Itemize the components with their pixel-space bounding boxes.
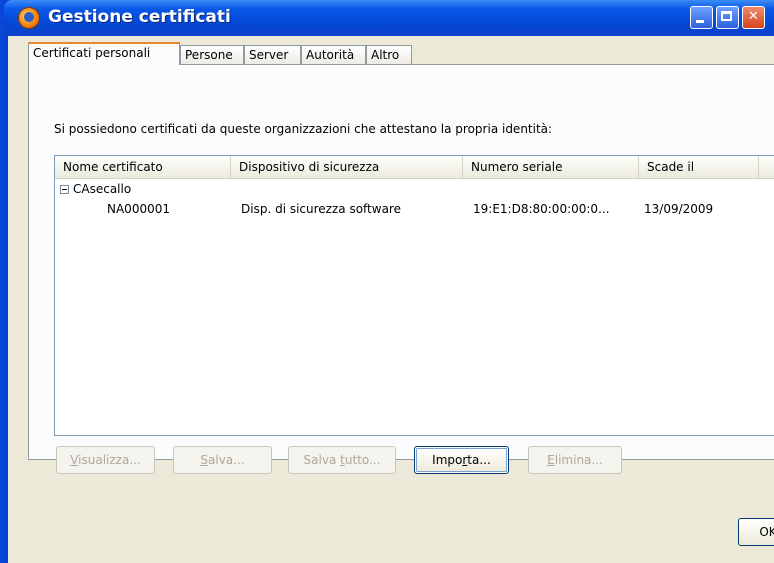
column-header-nome[interactable]: Nome certificato — [55, 156, 231, 178]
cell-nome: NA000001 — [107, 202, 170, 216]
certificate-tree-table[interactable]: Nome certificato Dispositivo di sicurezz… — [54, 155, 774, 436]
button-label: utto... — [344, 453, 381, 467]
ok-button[interactable]: OK — [738, 518, 774, 546]
column-header-seriale[interactable]: Numero seriale — [463, 156, 639, 178]
tab-server[interactable]: Server — [244, 45, 301, 64]
button-label: OK — [759, 525, 774, 539]
table-row[interactable]: NA000001 Disp. di sicurezza software 19:… — [55, 200, 774, 218]
window-title: Gestione certificati — [48, 7, 231, 27]
button-label: limina... — [554, 453, 603, 467]
tab-certificati-personali[interactable]: Certificati personali — [28, 42, 180, 65]
visualizza-button[interactable]: Visualizza... — [56, 446, 155, 474]
close-icon: ✕ — [748, 9, 759, 24]
cell-scadenza: 13/09/2009 — [644, 202, 714, 216]
button-label: Salva — [303, 453, 341, 467]
mnemonic: V — [70, 453, 79, 467]
cell-seriale: 19:E1:D8:80:00:00:0... — [473, 202, 610, 216]
column-header-scadenza[interactable]: Scade il — [639, 156, 759, 178]
button-label: isualizza... — [78, 453, 141, 467]
tree-group-row[interactable]: CAsecallo — [55, 180, 774, 198]
table-header: Nome certificato Dispositivo di sicurezz… — [55, 156, 774, 179]
tab-label: Server — [249, 48, 289, 62]
description-text: Si possiedono certificati da queste orga… — [54, 122, 553, 136]
maximize-button[interactable] — [716, 6, 739, 29]
title-bar[interactable]: Gestione certificati ✕ — [4, 0, 774, 36]
minimize-button[interactable] — [690, 6, 713, 29]
button-label: ta... — [467, 453, 491, 467]
mnemonic: E — [547, 453, 555, 467]
tab-label: Autorità — [306, 48, 355, 62]
elimina-button[interactable]: Elimina... — [528, 446, 622, 474]
tab-autorita[interactable]: Autorità — [301, 45, 366, 64]
firefox-icon — [18, 7, 40, 29]
cell-dispositivo: Disp. di sicurezza software — [241, 202, 401, 216]
group-label: CAsecallo — [73, 182, 132, 196]
tab-label: Certificati personali — [33, 46, 151, 60]
collapse-icon[interactable] — [60, 185, 69, 194]
importa-button[interactable]: Importa... — [414, 446, 509, 474]
tab-altro[interactable]: Altro — [366, 45, 412, 64]
column-header-dispositivo[interactable]: Dispositivo di sicurezza — [231, 156, 463, 178]
tab-label: Altro — [371, 48, 400, 62]
button-label: alva... — [208, 453, 245, 467]
salva-button[interactable]: Salva... — [173, 446, 272, 474]
button-label: Impo — [432, 453, 463, 467]
close-button[interactable]: ✕ — [742, 6, 765, 29]
salva-tutto-button[interactable]: Salva tutto... — [288, 446, 396, 474]
mnemonic: S — [200, 453, 209, 467]
tab-persone[interactable]: Persone — [180, 45, 244, 64]
tab-label: Persone — [185, 48, 233, 62]
